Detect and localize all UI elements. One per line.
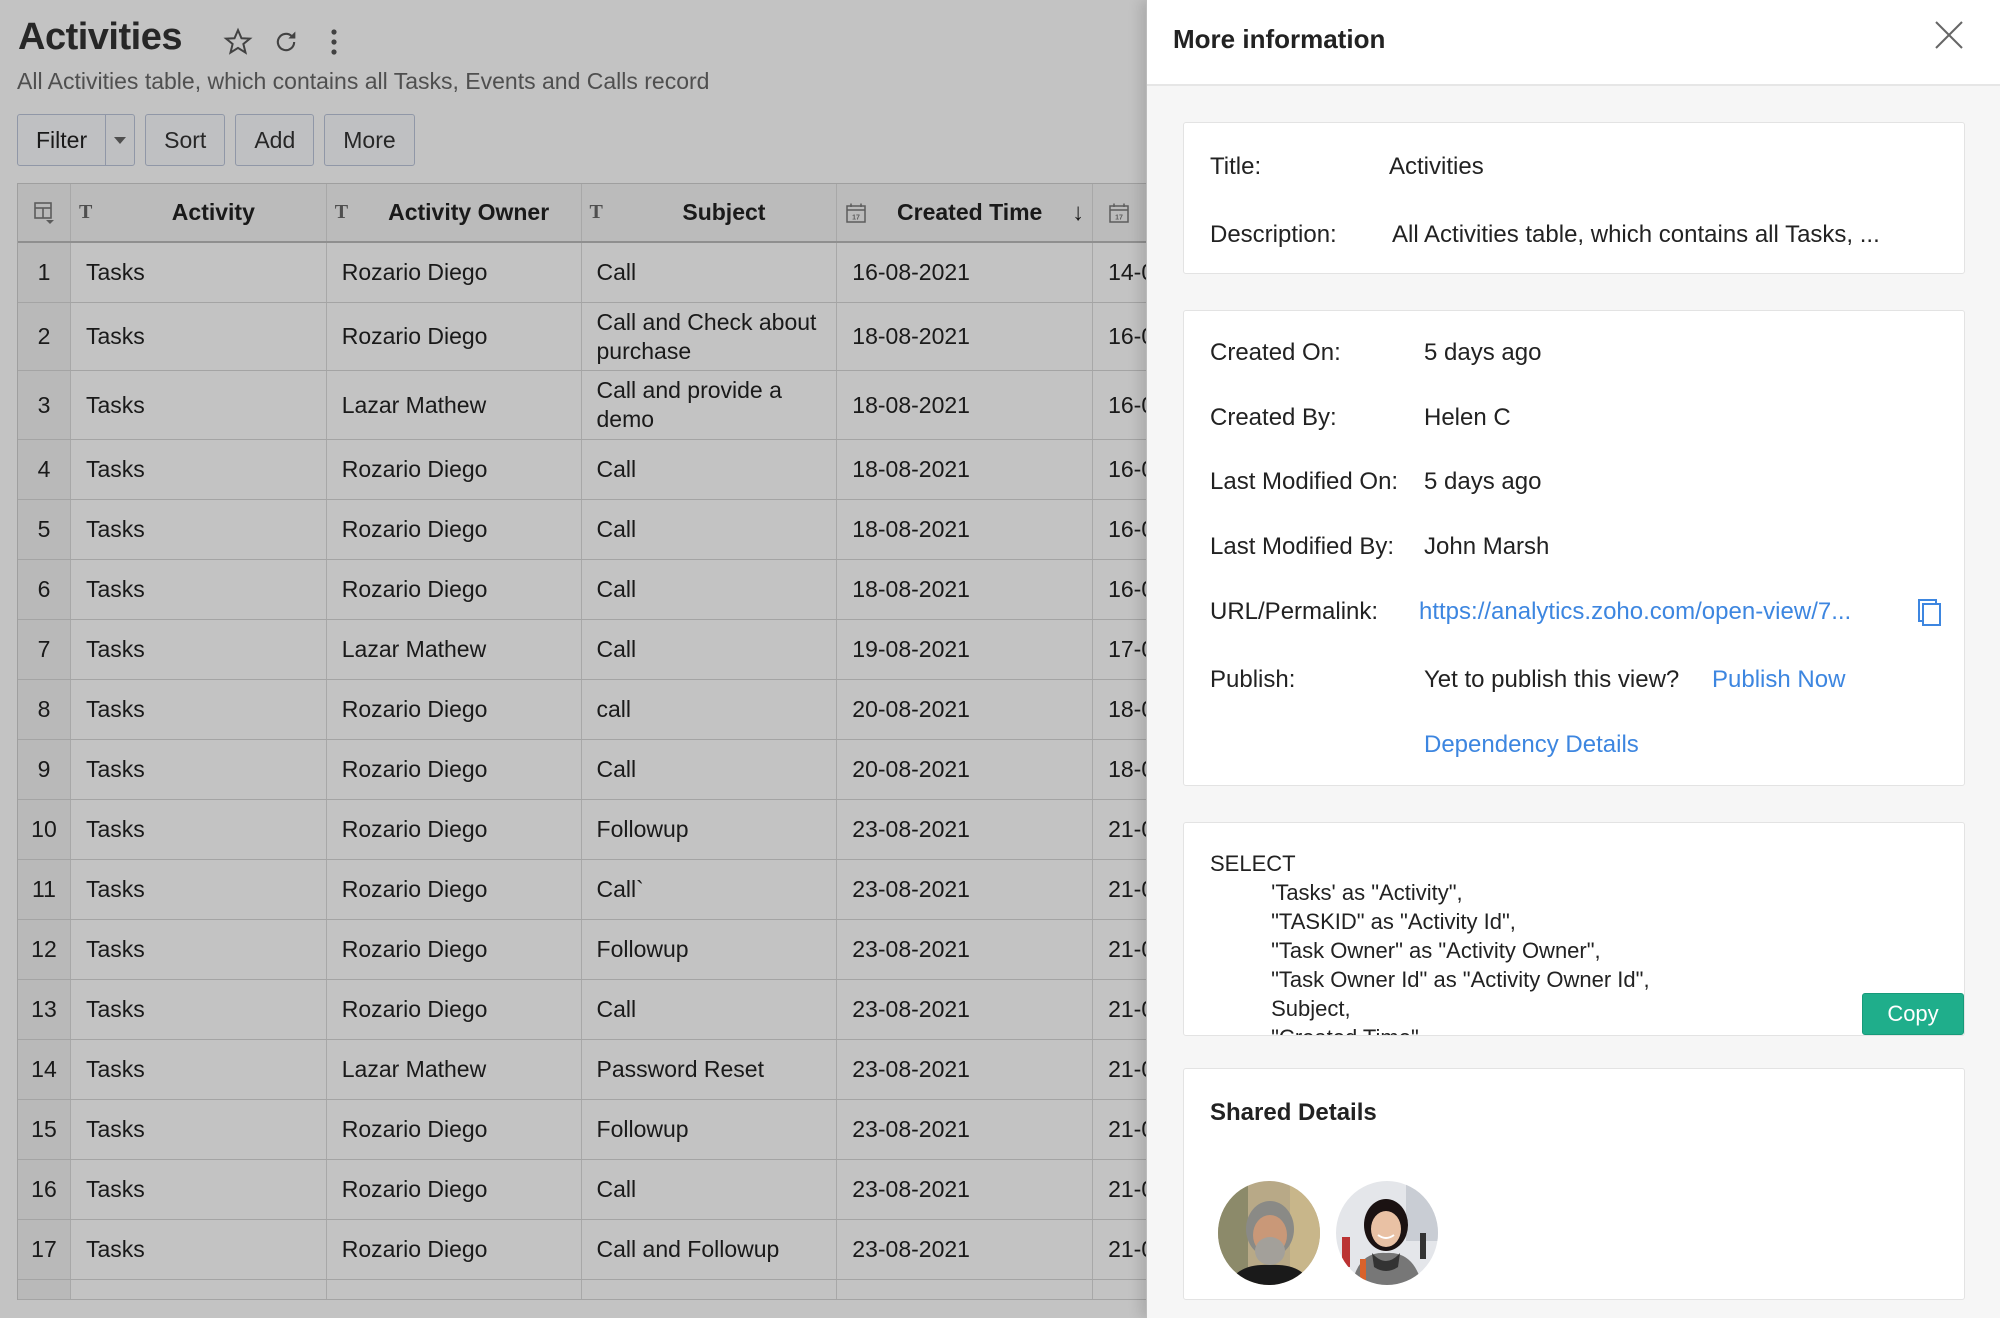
title-value: Activities xyxy=(1389,153,1484,180)
created-by-label: Created By: xyxy=(1210,404,1337,431)
close-icon xyxy=(1935,21,1963,49)
shared-details-title: Shared Details xyxy=(1210,1099,1377,1126)
metadata-card: Created On: 5 days ago Created By: Helen… xyxy=(1183,310,1965,786)
description-label: Description: xyxy=(1210,221,1337,248)
created-on-value: 5 days ago xyxy=(1424,339,1542,366)
panel-title: More information xyxy=(1173,24,1386,54)
dependency-details-link[interactable]: Dependency Details xyxy=(1424,731,1639,759)
user-avatar-2[interactable] xyxy=(1336,1181,1438,1285)
last-modified-by-label: Last Modified By: xyxy=(1210,533,1395,560)
last-modified-on-label: Last Modified On: xyxy=(1210,468,1399,495)
last-modified-by-value: John Marsh xyxy=(1424,533,1550,560)
panel-header: More information xyxy=(1147,0,2000,86)
info-card: Title: Activities Description: All Activ… xyxy=(1183,122,1965,274)
created-on-label: Created On: xyxy=(1210,339,1341,366)
sql-query-text[interactable]: SELECT 'Tasks' as "Activity", "TASKID" a… xyxy=(1210,849,1650,1035)
shared-details-card: Shared Details xyxy=(1183,1068,1965,1300)
title-label: Title: xyxy=(1210,153,1262,180)
created-by-value: Helen C xyxy=(1424,404,1511,431)
sql-query-card: SELECT 'Tasks' as "Activity", "TASKID" a… xyxy=(1183,822,1965,1036)
permalink-link[interactable]: https://analytics.zoho.com/open-view/7..… xyxy=(1419,598,1851,626)
more-information-panel: More information Title: Activities Descr… xyxy=(1146,0,2000,1318)
publish-now-link[interactable]: Publish Now xyxy=(1712,666,1845,694)
copy-query-button[interactable]: Copy xyxy=(1862,993,1964,1035)
publish-label: Publish: xyxy=(1210,666,1296,693)
copy-link-icon[interactable] xyxy=(1916,598,1942,626)
modal-overlay[interactable] xyxy=(0,0,1146,1318)
description-value: All Activities table, which contains all… xyxy=(1392,221,1880,248)
permalink-label: URL/Permalink: xyxy=(1210,598,1379,625)
last-modified-on-value: 5 days ago xyxy=(1424,468,1542,495)
publish-text: Yet to publish this view? xyxy=(1424,666,1680,693)
close-button[interactable] xyxy=(1934,20,1964,50)
user-avatar-1[interactable] xyxy=(1218,1181,1320,1285)
